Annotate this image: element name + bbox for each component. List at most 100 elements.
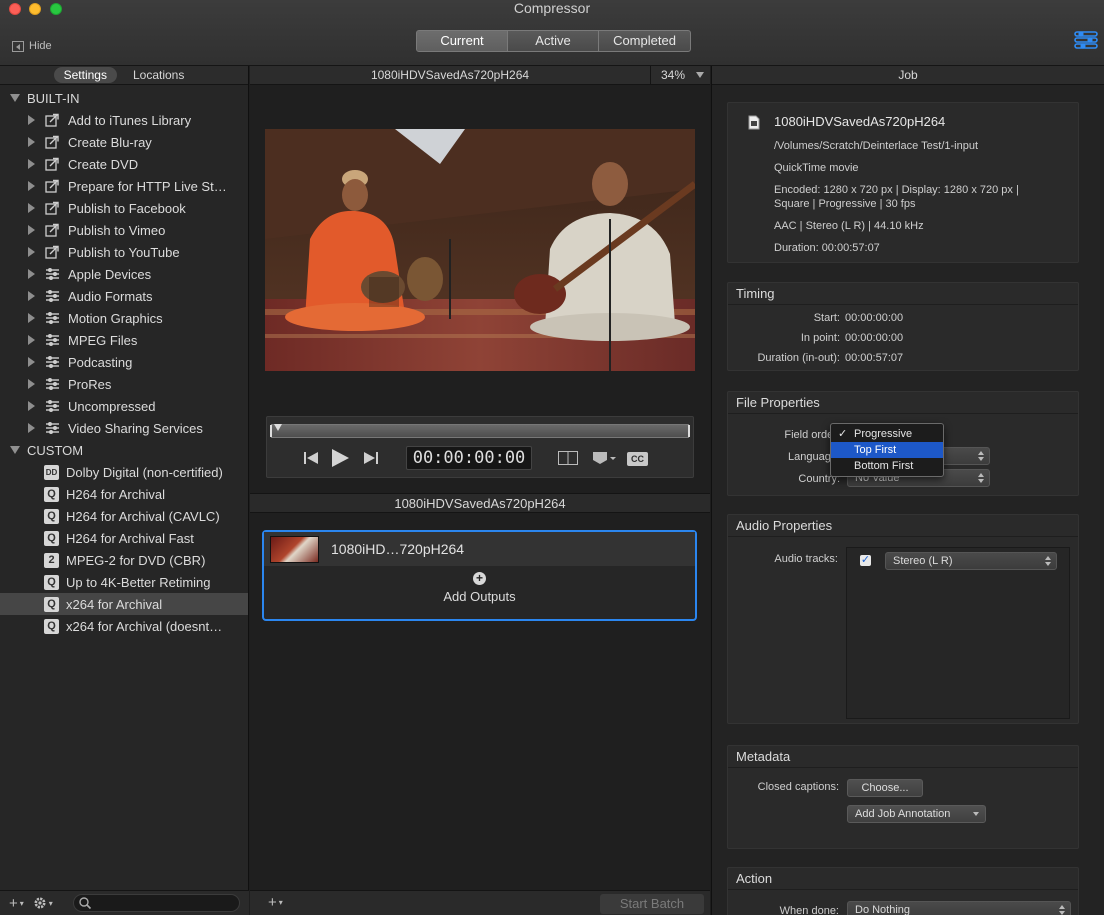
option-label: Progressive	[854, 428, 913, 440]
option-label: Bottom First	[854, 460, 914, 472]
setting-format-icon: DD	[44, 464, 59, 480]
disclosure-right-icon[interactable]	[28, 181, 35, 191]
setting-group-row[interactable]: MPEG Files	[0, 329, 248, 351]
tab-completed[interactable]: Completed	[599, 31, 690, 51]
next-frame-icon[interactable]	[363, 451, 379, 465]
disclosure-right-icon[interactable]	[28, 313, 35, 323]
custom-setting-row[interactable]: 2 MPEG-2 for DVD (CBR)	[0, 549, 248, 571]
tab-active[interactable]: Active	[508, 31, 599, 51]
setting-group-row[interactable]: Publish to YouTube	[0, 241, 248, 263]
zoom-popup[interactable]: 34%	[650, 66, 710, 85]
setting-group-row[interactable]: Apple Devices	[0, 263, 248, 285]
field-order-option-progressive[interactable]: ✓ Progressive	[831, 426, 943, 442]
field-order-option-bottom-first[interactable]: Bottom First	[831, 458, 943, 474]
choose-captions-button[interactable]: Choose...	[847, 779, 923, 797]
timing-title: Timing	[728, 283, 1078, 305]
marker-menu-icon[interactable]	[592, 451, 616, 465]
custom-setting-row[interactable]: Q Up to 4K-Better Retiming	[0, 571, 248, 593]
inspector-toggle-icon[interactable]	[1074, 30, 1098, 50]
playhead-scrubber[interactable]	[270, 424, 690, 438]
share-icon	[45, 245, 60, 260]
disclosure-right-icon[interactable]	[28, 247, 35, 257]
tab-locations[interactable]: Locations	[123, 67, 194, 83]
job-source-row[interactable]: 1080iHD…720pH264	[264, 532, 695, 566]
share-icon	[45, 223, 60, 238]
transport-controls: 00:00:00:00 CC	[266, 416, 694, 478]
setting-group-row[interactable]: Create Blu-ray	[0, 131, 248, 153]
audio-track-value: Stereo (L R)	[893, 555, 953, 567]
disclosure-right-icon[interactable]	[28, 269, 35, 279]
start-batch-button[interactable]: Start Batch	[600, 894, 704, 914]
disclosure-right-icon[interactable]	[28, 357, 35, 367]
setting-format-icon: Q	[44, 596, 59, 612]
share-icon	[45, 157, 60, 172]
updown-icon	[1045, 556, 1051, 566]
setting-group-row[interactable]: Video Sharing Services	[0, 417, 248, 439]
settings-search-input[interactable]	[73, 894, 240, 912]
setting-group-row[interactable]: Podcasting	[0, 351, 248, 373]
setting-label: MPEG-2 for DVD (CBR)	[66, 552, 206, 568]
play-icon[interactable]	[331, 449, 349, 467]
field-order-option-top-first[interactable]: Top First	[831, 442, 943, 458]
setting-group-row[interactable]: Prepare for HTTP Live St…	[0, 175, 248, 197]
video-preview[interactable]	[265, 129, 695, 371]
start-label: Start:	[813, 312, 840, 324]
section-custom[interactable]: CUSTOM	[0, 439, 248, 461]
out-point-marker[interactable]	[688, 425, 690, 437]
source-encoded: Encoded: 1280 x 720 px | Display: 1280 x…	[774, 184, 1019, 196]
disclosure-right-icon[interactable]	[28, 225, 35, 235]
settings-group-icon	[45, 289, 60, 304]
when-done-popup[interactable]: Do Nothing	[847, 901, 1071, 915]
custom-setting-row[interactable]: Qx264 for Archival (doesnt…	[0, 615, 248, 637]
tab-settings[interactable]: Settings	[53, 67, 117, 83]
gear-menu-button[interactable]: ▾	[33, 896, 53, 910]
custom-setting-row[interactable]: Q H264 for Archival Fast	[0, 527, 248, 549]
disclosure-right-icon[interactable]	[28, 335, 35, 345]
batch-footer: + ▾ Start Batch	[250, 890, 710, 915]
share-icon	[45, 135, 60, 150]
disclosure-right-icon[interactable]	[28, 379, 35, 389]
audio-tracks-list[interactable]: ✓ Stereo (L R)	[846, 547, 1070, 719]
setting-group-row[interactable]: ProRes	[0, 373, 248, 395]
add-job-annotation-button[interactable]: Add Job Annotation	[847, 805, 986, 823]
disclosure-right-icon[interactable]	[28, 401, 35, 411]
sidebar-footer: + ▾ ▾	[0, 890, 249, 915]
setting-group-row[interactable]: Publish to Vimeo	[0, 219, 248, 241]
disclosure-right-icon[interactable]	[28, 291, 35, 301]
audio-track-popup[interactable]: Stereo (L R)	[885, 552, 1057, 570]
custom-setting-row[interactable]: Q H264 for Archival (CAVLC)	[0, 505, 248, 527]
audio-track-checkbox[interactable]: ✓	[860, 555, 871, 566]
add-outputs-button[interactable]: + Add Outputs	[264, 572, 695, 605]
source-info-box: 1080iHDVSavedAs720pH264 /Volumes/Scratch…	[727, 102, 1079, 263]
previous-frame-icon[interactable]	[303, 451, 319, 465]
setting-group-row[interactable]: Publish to Facebook	[0, 197, 248, 219]
option-label: Top First	[854, 444, 897, 456]
setting-group-row[interactable]: Uncompressed	[0, 395, 248, 417]
language-label: Language:	[788, 451, 840, 463]
setting-group-row[interactable]: Audio Formats	[0, 285, 248, 307]
hide-sidebar-button[interactable]: Hide	[12, 40, 52, 52]
job-name: 1080iHD…720pH264	[331, 541, 465, 557]
setting-group-row[interactable]: Motion Graphics	[0, 307, 248, 329]
section-built-in[interactable]: BUILT-IN	[0, 87, 248, 109]
tab-current[interactable]: Current	[417, 31, 508, 51]
job-card[interactable]: 1080iHD…720pH264 + Add Outputs	[262, 530, 697, 621]
add-setting-button[interactable]: + ▾	[9, 895, 24, 912]
custom-setting-row[interactable]: Q H264 for Archival	[0, 483, 248, 505]
disclosure-right-icon[interactable]	[28, 115, 35, 125]
updown-icon	[978, 473, 984, 483]
custom-setting-row[interactable]: DD Dolby Digital (non-certified)	[0, 461, 248, 483]
disclosure-right-icon[interactable]	[28, 203, 35, 213]
plus-circle-icon: +	[473, 572, 486, 585]
split-view-icon[interactable]	[558, 451, 578, 465]
in-point-marker[interactable]	[270, 425, 272, 437]
add-job-annotation-label: Add Job Annotation	[855, 808, 951, 820]
setting-group-row[interactable]: Add to iTunes Library	[0, 109, 248, 131]
setting-group-row[interactable]: Create DVD	[0, 153, 248, 175]
disclosure-right-icon[interactable]	[28, 159, 35, 169]
add-job-button[interactable]: + ▾	[268, 894, 283, 911]
disclosure-right-icon[interactable]	[28, 137, 35, 147]
disclosure-right-icon[interactable]	[28, 423, 35, 433]
closed-captions-button[interactable]: CC	[627, 452, 648, 466]
custom-setting-row[interactable]: Qx264 for Archival	[0, 593, 248, 615]
